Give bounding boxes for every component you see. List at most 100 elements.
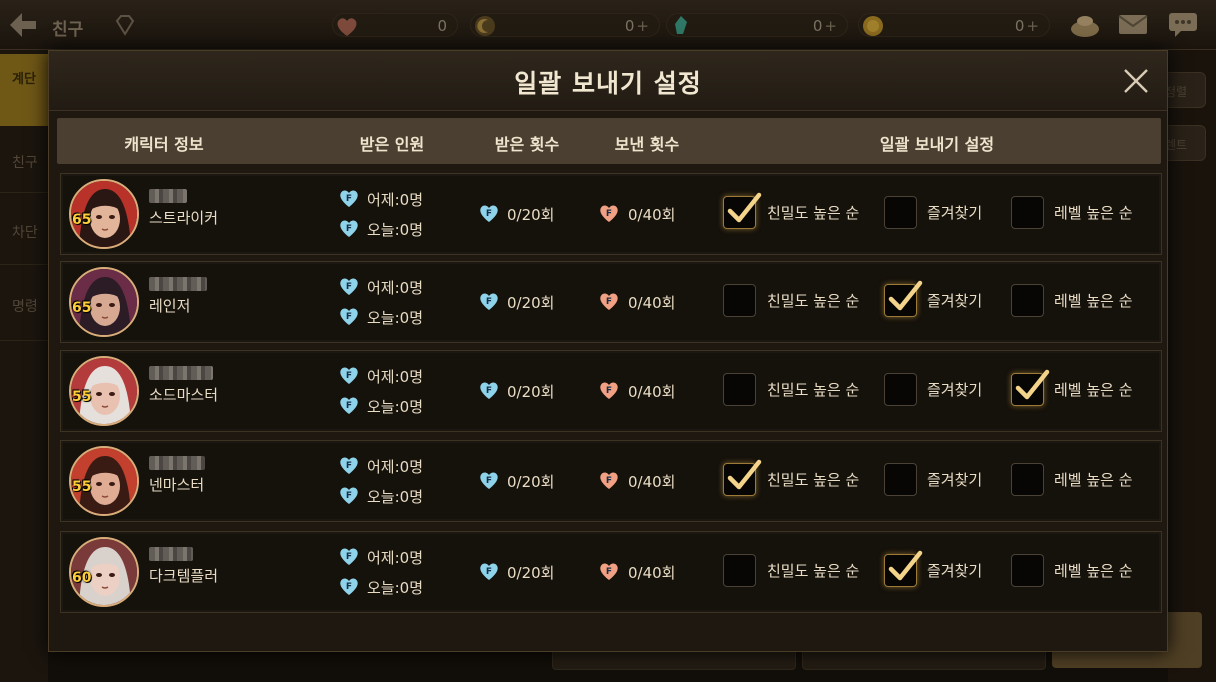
svg-text:F: F: [486, 567, 492, 577]
svg-text:F: F: [486, 476, 492, 486]
friend-heart-icon: F: [478, 380, 500, 400]
background-sidebar: [0, 50, 48, 682]
friend-heart-icon: F: [338, 485, 360, 505]
svg-text:F: F: [606, 476, 612, 486]
checkbox-level-checked[interactable]: [1011, 369, 1050, 406]
resource-gem-plus[interactable]: +: [824, 17, 837, 35]
checkbox-intimacy-checked[interactable]: [723, 192, 762, 229]
friend-heart-icon: F: [338, 365, 360, 385]
friend-row: 65 스트라이커 F 어제:0명 F 오늘:0명 F 0/20회 F 0/40회 친밀도 높은 순 즐…: [60, 173, 1162, 255]
checkbox-level[interactable]: [1011, 284, 1044, 317]
option-label-level: 레벨 높은 순: [1054, 292, 1133, 310]
chat-icon[interactable]: [1166, 9, 1200, 39]
option-label-level: 레벨 높은 순: [1054, 471, 1133, 489]
friend-heart-icon: F: [338, 218, 360, 238]
sent-count: 0/40회: [628, 206, 676, 224]
level-badge: 65: [72, 212, 92, 228]
sent-heart-icon: F: [598, 203, 620, 223]
resource-gem-value: 0: [812, 17, 823, 35]
received-yesterday: 어제:0명: [367, 549, 423, 567]
background-sidebar-item[interactable]: 차단: [12, 222, 38, 242]
checkbox-intimacy[interactable]: [723, 373, 756, 406]
character-class: 스트라이커: [149, 209, 219, 227]
svg-text:F: F: [346, 282, 352, 292]
received-yesterday: 어제:0명: [367, 191, 423, 209]
svg-text:F: F: [346, 312, 352, 322]
sent-heart-icon: F: [598, 470, 620, 490]
sent-count: 0/40회: [628, 564, 676, 582]
sent-count: 0/40회: [628, 294, 676, 312]
back-arrow-icon[interactable]: [8, 11, 38, 39]
friend-heart-icon: F: [338, 188, 360, 208]
checkbox-intimacy-checked[interactable]: [723, 459, 762, 496]
bulk-send-settings-dialog: 일괄 보내기 설정 캐릭터 정보 받은 인원 받은 횟수 보낸 횟수 일괄 보내…: [48, 50, 1168, 652]
column-header: 캐릭터 정보 받은 인원 받은 횟수 보낸 횟수 일괄 보내기 설정: [57, 118, 1161, 164]
sent-heart-icon: F: [598, 561, 620, 581]
col-bulk-setting: 일괄 보내기 설정: [879, 135, 995, 154]
background-tab-active[interactable]: 계단: [0, 54, 48, 126]
friend-row: 60 다크템플러 F 어제:0명 F 오늘:0명 F 0/20회 F 0/40회 친밀도 높은 순 즐…: [60, 531, 1162, 613]
character-class: 소드마스터: [149, 386, 219, 404]
background-sidebar-item[interactable]: 명령: [12, 296, 38, 316]
character-class: 넨마스터: [149, 476, 205, 494]
divider: [0, 192, 48, 193]
col-sent-count: 보낸 횟수: [614, 135, 680, 154]
resource-heart: 0: [332, 13, 458, 37]
resource-gold-plus[interactable]: +: [636, 17, 649, 35]
checkbox-level[interactable]: [1011, 463, 1044, 496]
level-badge: 60: [72, 570, 92, 586]
close-icon[interactable]: [1121, 66, 1151, 96]
checkbox-intimacy[interactable]: [723, 554, 756, 587]
friend-heart-icon: F: [478, 561, 500, 581]
option-label-intimacy: 친밀도 높은 순: [767, 381, 860, 399]
nickname-blurred: [149, 277, 207, 291]
friend-heart-icon: F: [478, 470, 500, 490]
checkbox-level[interactable]: [1011, 196, 1044, 229]
checkbox-favorite-checked[interactable]: [884, 550, 923, 587]
received-today: 오늘:0명: [367, 579, 423, 597]
mail-icon[interactable]: [1116, 9, 1150, 39]
resource-coin: 0 +: [858, 13, 1050, 37]
dialog-title: 일괄 보내기 설정: [514, 69, 702, 98]
nickname-blurred: [149, 189, 187, 203]
col-char-info: 캐릭터 정보: [124, 135, 204, 154]
background-sidebar-item[interactable]: 친구: [12, 152, 38, 172]
checkbox-intimacy[interactable]: [723, 284, 756, 317]
checkbox-level[interactable]: [1011, 554, 1044, 587]
divider: [0, 264, 48, 265]
sent-heart-icon: F: [598, 291, 620, 311]
svg-text:F: F: [606, 209, 612, 219]
received-today: 오늘:0명: [367, 398, 423, 416]
option-label-level: 레벨 높은 순: [1054, 204, 1133, 222]
checkbox-favorite-checked[interactable]: [884, 280, 923, 317]
crystal-icon: [667, 12, 695, 40]
option-label-favorite: 즐겨찾기: [927, 292, 983, 310]
resource-heart-value: 0: [437, 17, 447, 35]
received-today: 오늘:0명: [367, 488, 423, 506]
option-label-favorite: 즐겨찾기: [927, 381, 983, 399]
nickname-blurred: [149, 366, 213, 380]
checkbox-favorite[interactable]: [884, 196, 917, 229]
friend-heart-icon: F: [338, 455, 360, 475]
checkbox-favorite[interactable]: [884, 463, 917, 496]
svg-text:F: F: [486, 386, 492, 396]
friend-row: 65 레인저 F 어제:0명 F 오늘:0명 F 0/20회 F 0/40회 친밀도 높은 순 즐겨찾…: [60, 261, 1162, 343]
received-count: 0/20회: [507, 383, 555, 401]
treasure-pot-icon[interactable]: [1068, 9, 1102, 39]
nickname-blurred: [149, 456, 205, 470]
resource-coin-plus[interactable]: +: [1026, 17, 1039, 35]
svg-text:F: F: [606, 297, 612, 307]
received-today: 오늘:0명: [367, 309, 423, 327]
svg-text:F: F: [346, 401, 352, 411]
level-badge: 55: [72, 389, 92, 405]
character-class: 다크템플러: [149, 567, 219, 585]
option-label-favorite: 즐겨찾기: [927, 562, 983, 580]
friend-heart-icon: F: [338, 306, 360, 326]
friend-heart-icon: F: [338, 576, 360, 596]
screen-title: 친구: [52, 20, 84, 40]
friend-heart-icon: F: [338, 276, 360, 296]
col-received-count: 받은 횟수: [494, 135, 560, 154]
friend-heart-icon: F: [338, 395, 360, 415]
resource-gold-value: 0: [624, 17, 635, 35]
checkbox-favorite[interactable]: [884, 373, 917, 406]
